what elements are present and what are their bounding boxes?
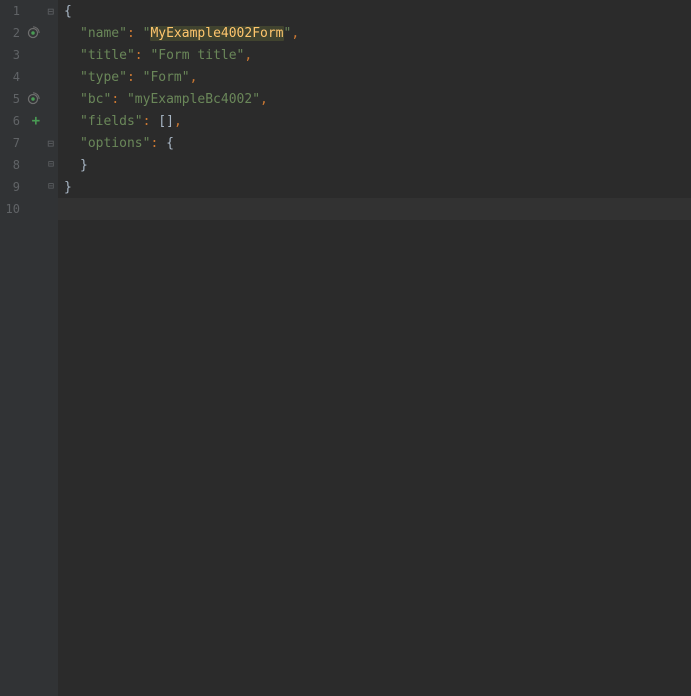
gutter-row: 3	[0, 44, 58, 66]
gutter-row: 6 +	[0, 110, 58, 132]
line-number: 5	[0, 92, 20, 106]
brace-close: }	[80, 158, 88, 173]
line-number: 9	[0, 180, 20, 194]
fold-minus-icon[interactable]: ⊟	[47, 138, 54, 149]
line-number: 6	[0, 114, 20, 128]
code-area[interactable]: { "name": "MyExample4002Form", "title": …	[58, 0, 691, 696]
gutter-row: 8 ⊟	[0, 154, 58, 176]
json-value-highlight: MyExample4002Form	[150, 26, 283, 41]
gutter-row: 5	[0, 88, 58, 110]
gutter: 1 ⊟ 2 3 4 5 6 + 7 ⊟ 8	[0, 0, 58, 696]
usage-icon[interactable]	[26, 92, 40, 106]
gutter-row: 1 ⊟	[0, 0, 58, 22]
colon: :	[127, 70, 135, 85]
json-key: "fields"	[80, 114, 143, 129]
space	[150, 114, 158, 129]
comma: ,	[174, 114, 182, 129]
gutter-row: 4	[0, 66, 58, 88]
colon: :	[143, 114, 151, 129]
bracket-close: ]	[166, 114, 174, 129]
space	[135, 26, 143, 41]
brace-open: {	[166, 136, 174, 151]
space	[119, 92, 127, 107]
code-line[interactable]: {	[58, 0, 691, 22]
json-key: "title"	[80, 48, 135, 63]
space	[158, 136, 166, 151]
code-line-current[interactable]	[58, 198, 691, 220]
code-editor[interactable]: 1 ⊟ 2 3 4 5 6 + 7 ⊟ 8	[0, 0, 691, 696]
colon: :	[111, 92, 119, 107]
line-number: 7	[0, 136, 20, 150]
line-number: 2	[0, 26, 20, 40]
brace-open: {	[64, 4, 72, 19]
code-line[interactable]: }	[58, 154, 691, 176]
usage-icon[interactable]	[26, 26, 40, 40]
comma: ,	[260, 92, 268, 107]
line-number: 4	[0, 70, 20, 84]
space	[143, 48, 151, 63]
code-line[interactable]: "title": "Form title",	[58, 44, 691, 66]
fold-end-icon[interactable]: ⊟	[48, 160, 54, 170]
code-line[interactable]: "fields": [],	[58, 110, 691, 132]
json-key: "options"	[80, 136, 150, 151]
quote: "	[143, 26, 151, 41]
fold-minus-icon[interactable]: ⊟	[47, 6, 54, 17]
code-line[interactable]: "type": "Form",	[58, 66, 691, 88]
gutter-row: 10	[0, 198, 58, 220]
code-line[interactable]: }	[58, 176, 691, 198]
quote: "	[284, 26, 292, 41]
line-number: 3	[0, 48, 20, 62]
json-key: "bc"	[80, 92, 111, 107]
code-line[interactable]: "options": {	[58, 132, 691, 154]
json-key: "name"	[80, 26, 127, 41]
bracket-open: [	[158, 114, 166, 129]
add-icon[interactable]: +	[32, 113, 40, 129]
gutter-row: 7 ⊟	[0, 132, 58, 154]
line-number: 10	[0, 202, 20, 216]
code-line[interactable]: "name": "MyExample4002Form",	[58, 22, 691, 44]
comma: ,	[291, 26, 299, 41]
space	[135, 70, 143, 85]
code-line[interactable]: "bc": "myExampleBc4002",	[58, 88, 691, 110]
brace-close: }	[64, 180, 72, 195]
gutter-row: 2	[0, 22, 58, 44]
json-key: "type"	[80, 70, 127, 85]
fold-end-icon[interactable]: ⊟	[48, 182, 54, 192]
comma: ,	[244, 48, 252, 63]
json-value: "myExampleBc4002"	[127, 92, 260, 107]
json-value: "Form title"	[150, 48, 244, 63]
colon: :	[150, 136, 158, 151]
colon: :	[135, 48, 143, 63]
json-value: "Form"	[143, 70, 190, 85]
line-number: 1	[0, 4, 20, 18]
line-number: 8	[0, 158, 20, 172]
gutter-row: 9 ⊟	[0, 176, 58, 198]
colon: :	[127, 26, 135, 41]
comma: ,	[190, 70, 198, 85]
